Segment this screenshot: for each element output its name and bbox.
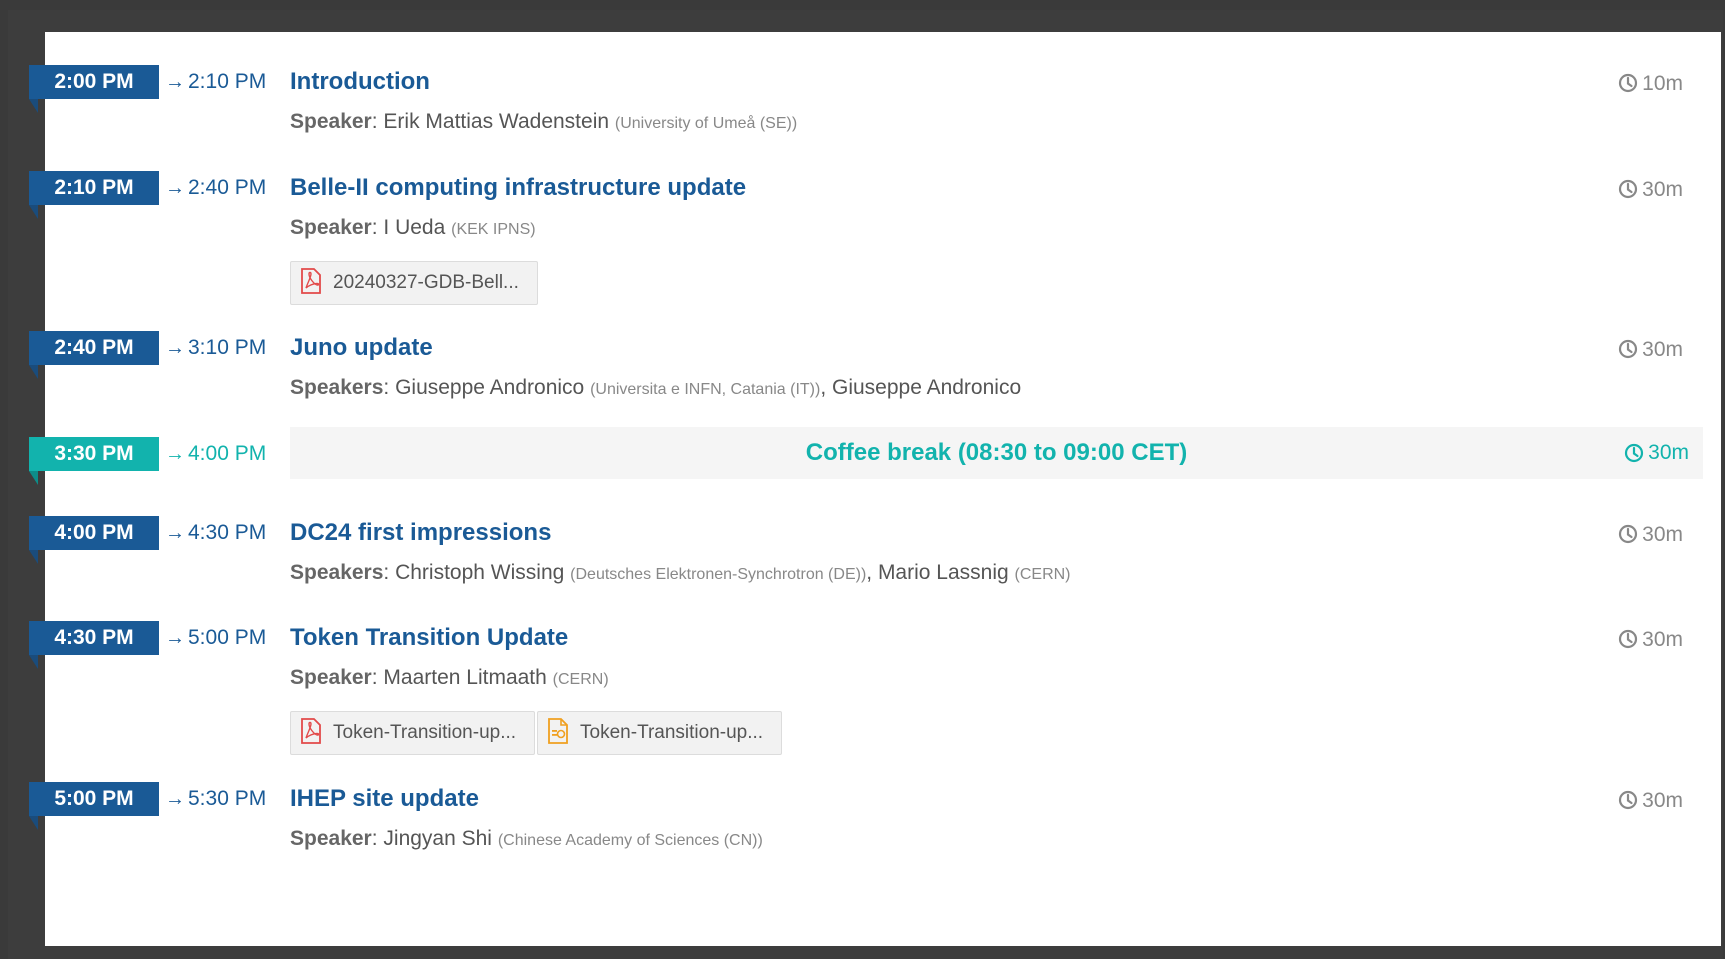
speaker-line: Speakers: Christoph Wissing (Deutsches E… [290, 561, 1071, 584]
start-time-badge: 2:00 PM [29, 65, 159, 113]
start-time-badge: 2:10 PM [29, 171, 159, 219]
attachment-label: Token-Transition-up... [580, 722, 764, 743]
attachment-button[interactable]: Token-Transition-up... [537, 711, 783, 755]
presentation-icon [546, 712, 580, 754]
speaker-label: Speaker [290, 666, 372, 689]
contribution-title-link[interactable]: DC24 first impressions [290, 516, 551, 550]
end-time-text: 5:30 PM [188, 787, 267, 810]
speaker-label: Speakers [290, 376, 384, 399]
speaker-affiliation: (CERN) [1014, 566, 1071, 583]
end-time: → 3:10 PM [165, 331, 266, 365]
end-time-text: 2:10 PM [188, 70, 267, 93]
duration-text: 10m [1642, 72, 1683, 95]
arrow-right-icon: → [165, 71, 185, 93]
end-time-text: 2:40 PM [188, 176, 267, 199]
contribution-title-link[interactable]: Juno update [290, 331, 433, 365]
end-time: → 5:00 PM [165, 621, 266, 655]
start-time-badge: 2:40 PM [29, 331, 159, 379]
attachment-button[interactable]: Token-Transition-up... [290, 711, 536, 755]
attachment-button[interactable]: 20240327-GDB-Bell... [290, 261, 538, 305]
speaker-affiliation: (Chinese Academy of Sciences (CN)) [497, 832, 763, 849]
duration-text: 30m [1642, 628, 1683, 651]
speaker-name: Mario Lassnig [877, 561, 1009, 584]
duration: 30m [1618, 784, 1683, 818]
speaker-name: Giuseppe Andronico [832, 376, 1022, 399]
duration: 30m [1618, 173, 1683, 207]
arrow-right-icon: → [165, 788, 185, 810]
speaker-name: Giuseppe Andronico [395, 376, 585, 399]
pdf-icon [299, 262, 333, 304]
speaker-label: Speakers [290, 561, 384, 584]
clock-icon [1618, 72, 1642, 95]
speaker-affiliation: (Universita e INFN, Catania (IT)) [590, 381, 821, 398]
duration: 30m [1618, 333, 1683, 367]
speaker-label: Speaker [290, 216, 372, 239]
speaker-affiliation: (CERN) [552, 671, 609, 688]
break-title: Coffee break (08:30 to 09:00 CET) [805, 439, 1188, 466]
end-time-text: 4:30 PM [188, 521, 267, 544]
end-time-text: 4:00 PM [188, 442, 267, 465]
end-time-text: 3:10 PM [188, 336, 267, 359]
speaker-name: Maarten Litmaath [383, 666, 547, 689]
clock-icon [1618, 523, 1642, 546]
attachment-label: 20240327-GDB-Bell... [333, 272, 519, 293]
speaker-label: Speaker [290, 827, 372, 850]
duration: 10m [1618, 67, 1683, 101]
attachment-list: 20240327-GDB-Bell... [290, 261, 540, 305]
speaker-affiliation: (KEK IPNS) [451, 221, 536, 238]
end-time: → 5:30 PM [165, 782, 266, 816]
end-time: → 4:00 PM [165, 437, 266, 471]
speaker-line: Speaker: Jingyan Shi (Chinese Academy of… [290, 827, 763, 850]
speaker-affiliation: (University of Umeå (SE)) [614, 115, 798, 132]
arrow-right-icon: → [165, 443, 185, 465]
speaker-line: Speaker: Erik Mattias Wadenstein (Univer… [290, 110, 798, 133]
contribution-title-link[interactable]: Token Transition Update [290, 621, 568, 655]
duration-text: 30m [1642, 178, 1683, 201]
break-box: Coffee break (08:30 to 09:00 CET) 30m [290, 427, 1703, 479]
start-time-badge: 4:30 PM [29, 621, 159, 669]
speaker-line: Speaker: Maarten Litmaath (CERN) [290, 666, 609, 689]
timetable-panel: 2:00 PM → 2:10 PM Introduction Speaker: Erik… [29, 32, 1721, 946]
clock-icon [1618, 789, 1642, 812]
duration-text: 30m [1642, 338, 1683, 361]
speaker-name: I Ueda [383, 216, 446, 239]
break-duration: 30m [1624, 427, 1689, 479]
contribution-title-link[interactable]: Introduction [290, 65, 430, 99]
duration: 30m [1618, 518, 1683, 552]
arrow-right-icon: → [165, 522, 185, 544]
end-time: → 2:40 PM [165, 171, 266, 205]
arrow-right-icon: → [165, 177, 185, 199]
attachment-list: Token-Transition-up... Token-Transition-u… [290, 711, 784, 755]
end-time: → 4:30 PM [165, 516, 266, 550]
clock-icon [1618, 338, 1642, 361]
speaker-affiliation: (Deutsches Elektronen-Synchrotron (DE)) [570, 566, 867, 583]
contribution-title-link[interactable]: Belle-II computing infrastructure update [290, 171, 746, 205]
arrow-right-icon: → [165, 627, 185, 649]
duration-text: 30m [1642, 523, 1683, 546]
speaker-name: Erik Mattias Wadenstein [383, 110, 610, 133]
duration-text: 30m [1648, 441, 1689, 464]
start-time-badge: 5:00 PM [29, 782, 159, 830]
speaker-line: Speaker: I Ueda (KEK IPNS) [290, 216, 536, 239]
contribution-title-link[interactable]: IHEP site update [290, 782, 479, 816]
duration: 30m [1618, 623, 1683, 657]
start-time-badge: 3:30 PM [29, 437, 159, 485]
end-time-text: 5:00 PM [188, 626, 267, 649]
attachment-label: Token-Transition-up... [333, 722, 517, 743]
speaker-label: Speaker [290, 110, 372, 133]
speaker-name: Jingyan Shi [383, 827, 492, 850]
speaker-line: Speakers: Giuseppe Andronico (Universita… [290, 376, 1022, 399]
clock-icon [1618, 628, 1642, 651]
start-time-badge: 4:00 PM [29, 516, 159, 564]
duration-text: 30m [1642, 789, 1683, 812]
pdf-icon [299, 712, 333, 754]
page-frame: 2:00 PM → 2:10 PM Introduction Speaker: Erik… [8, 10, 1723, 959]
speaker-name: Christoph Wissing [395, 561, 565, 584]
end-time: → 2:10 PM [165, 65, 266, 99]
clock-icon [1618, 178, 1642, 201]
arrow-right-icon: → [165, 337, 185, 359]
clock-icon [1624, 441, 1648, 464]
